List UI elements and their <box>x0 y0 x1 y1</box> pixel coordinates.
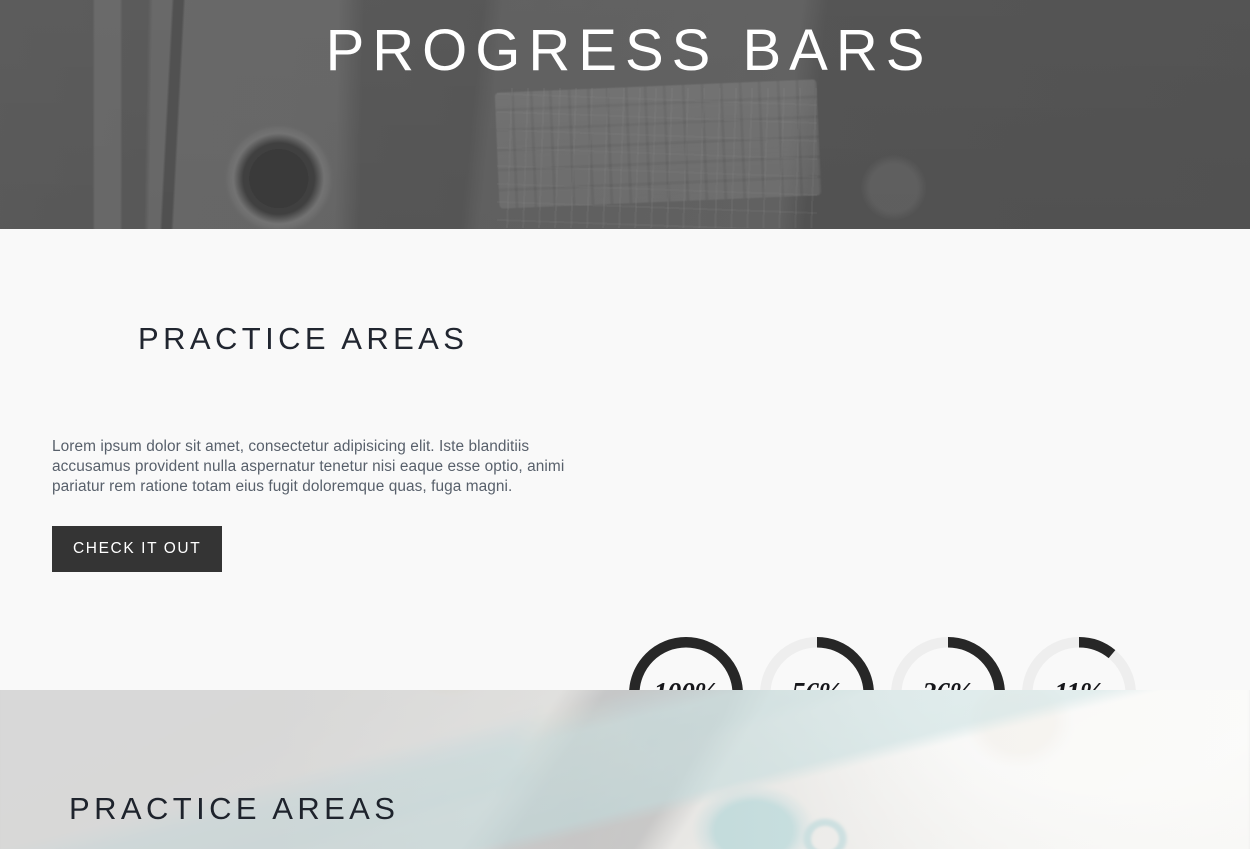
bottom-practice-areas-heading: PRACTICE AREAS <box>69 791 400 826</box>
progress-ring: 36% <box>890 637 1005 690</box>
progress-dial-bankruptcy: 56% Bankruptcy <box>751 637 882 690</box>
progress-percent-value: 36% <box>891 637 1005 690</box>
progress-dial-immigration: 36% Immigration <box>882 637 1013 690</box>
page-root: PROGRESS BARS PRACTICE AREAS Lorem ipsum… <box>0 0 1250 849</box>
progress-ring: 56% <box>759 637 874 690</box>
progress-dial-family-law: 100% Family Law <box>620 637 751 690</box>
progress-percent-value: 100% <box>629 637 743 690</box>
progress-percent-value: 11% <box>1022 637 1136 690</box>
bottom-practice-areas-section: PRACTICE AREAS <box>0 690 1250 849</box>
practice-areas-paragraph: Lorem ipsum dolor sit amet, consectetur … <box>52 438 565 496</box>
practice-areas-text-column: Lorem ipsum dolor sit amet, consectetur … <box>52 437 582 573</box>
progress-ring: 11% <box>1021 637 1136 690</box>
hero-section: PROGRESS BARS <box>0 0 1250 229</box>
practice-areas-heading: PRACTICE AREAS <box>138 321 469 356</box>
progress-dial-securities: 11% Securities <box>1013 637 1144 690</box>
check-it-out-button[interactable]: CHECK IT OUT <box>52 525 223 573</box>
progress-ring: 100% <box>628 637 743 690</box>
progress-percent-value: 56% <box>760 637 874 690</box>
progress-dials-group: 100% Family Law 56% Bankruptcy <box>620 637 1144 690</box>
page-title: PROGRESS BARS <box>325 18 933 83</box>
practice-areas-section: PRACTICE AREAS Lorem ipsum dolor sit ame… <box>0 229 1250 690</box>
